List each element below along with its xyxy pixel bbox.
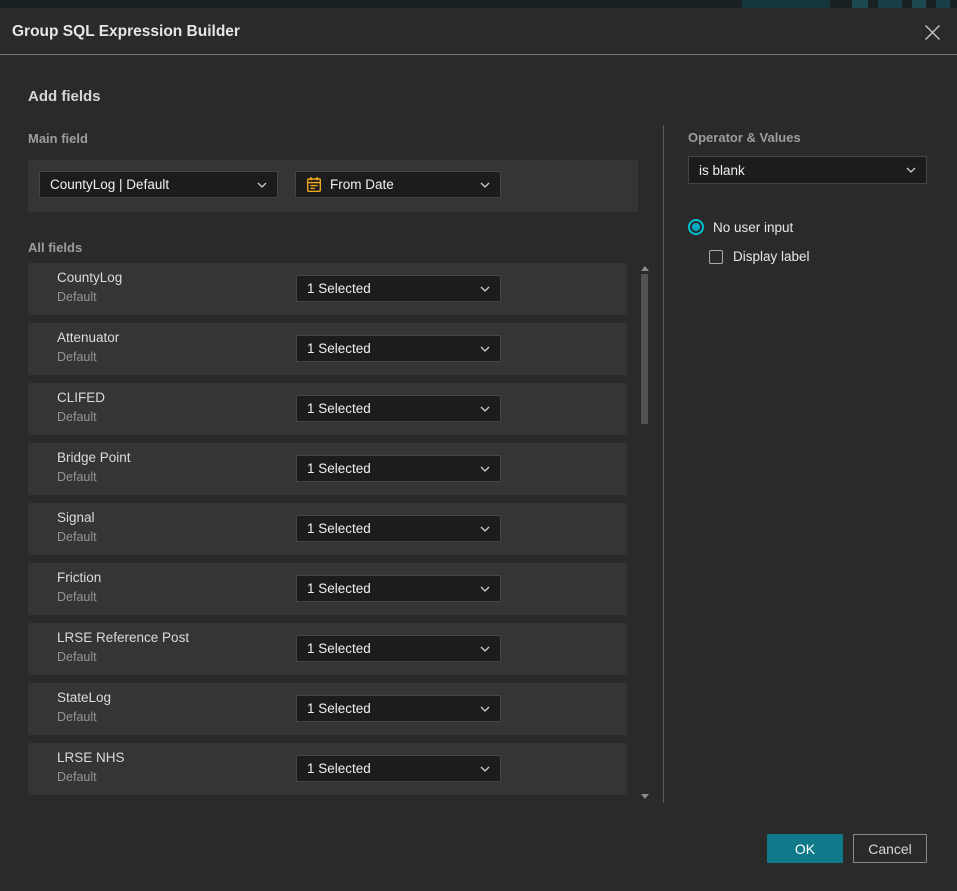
chevron-down-icon	[480, 182, 490, 188]
background-app-strip	[0, 0, 957, 8]
field-default-label: Default	[57, 410, 97, 424]
field-row: CountyLog Default 1 Selected	[28, 263, 627, 315]
field-selected-dropdown[interactable]: 1 Selected	[296, 755, 501, 782]
operator-dropdown[interactable]: is blank	[688, 156, 927, 184]
cancel-button[interactable]: Cancel	[853, 834, 927, 863]
field-name: Bridge Point	[57, 450, 131, 465]
chevron-down-icon	[480, 706, 490, 712]
main-field-panel: CountyLog | Default From Date	[28, 160, 638, 212]
chevron-down-icon	[480, 346, 490, 352]
background-toolbar-fragment	[936, 0, 950, 8]
field-selected-dropdown[interactable]: 1 Selected	[296, 575, 501, 602]
field-selected-value: 1 Selected	[307, 581, 480, 596]
field-selected-value: 1 Selected	[307, 281, 480, 296]
field-selected-dropdown[interactable]: 1 Selected	[296, 335, 501, 362]
field-name: Attenuator	[57, 330, 119, 345]
background-toolbar-fragment	[852, 0, 868, 8]
no-user-input-label: No user input	[713, 220, 793, 235]
field-selected-dropdown[interactable]: 1 Selected	[296, 515, 501, 542]
add-fields-heading: Add fields	[28, 88, 101, 105]
all-fields-list: CountyLog Default 1 Selected Attenuator …	[28, 263, 627, 803]
field-name: Friction	[57, 570, 101, 585]
chevron-down-icon	[480, 586, 490, 592]
field-row: Friction Default 1 Selected	[28, 563, 627, 615]
panel-divider	[663, 125, 664, 803]
field-name: Signal	[57, 510, 95, 525]
field-row: Signal Default 1 Selected	[28, 503, 627, 555]
display-label-text: Display label	[733, 249, 810, 264]
chevron-down-icon	[480, 466, 490, 472]
field-row: Bridge Point Default 1 Selected	[28, 443, 627, 495]
field-row: LRSE NHS Default 1 Selected	[28, 743, 627, 795]
field-selected-value: 1 Selected	[307, 341, 480, 356]
chevron-down-icon	[480, 406, 490, 412]
field-selected-dropdown[interactable]: 1 Selected	[296, 635, 501, 662]
calendar-icon	[306, 176, 322, 193]
radio-dot	[692, 223, 700, 231]
field-name: StateLog	[57, 690, 111, 705]
dialog-title: Group SQL Expression Builder	[12, 8, 240, 55]
field-name: CountyLog	[57, 270, 122, 285]
main-field-date-dropdown[interactable]: From Date	[295, 171, 501, 198]
field-default-label: Default	[57, 470, 97, 484]
radio-icon	[688, 219, 704, 235]
field-name: LRSE NHS	[57, 750, 125, 765]
chevron-down-icon	[480, 526, 490, 532]
field-selected-dropdown[interactable]: 1 Selected	[296, 455, 501, 482]
chevron-down-icon	[480, 766, 490, 772]
field-default-label: Default	[57, 710, 97, 724]
scrollbar-up-arrow-icon[interactable]	[641, 266, 649, 271]
main-field-source-value: CountyLog | Default	[50, 177, 257, 192]
background-toolbar-fragment	[878, 0, 902, 8]
dialog-header: Group SQL Expression Builder	[0, 8, 957, 55]
close-button[interactable]	[920, 20, 944, 44]
field-selected-dropdown[interactable]: 1 Selected	[296, 275, 501, 302]
scrollbar-thumb[interactable]	[641, 274, 648, 424]
field-name: CLIFED	[57, 390, 105, 405]
field-default-label: Default	[57, 770, 97, 784]
field-default-label: Default	[57, 530, 97, 544]
all-fields-label: All fields	[28, 240, 82, 255]
field-selected-value: 1 Selected	[307, 401, 480, 416]
no-user-input-radio[interactable]: No user input	[688, 219, 793, 235]
main-field-date-value: From Date	[330, 177, 480, 192]
field-selected-value: 1 Selected	[307, 461, 480, 476]
chevron-down-icon	[480, 286, 490, 292]
operator-values-label: Operator & Values	[688, 130, 801, 145]
background-live-view-fragment	[742, 0, 830, 8]
main-field-source-dropdown[interactable]: CountyLog | Default	[39, 171, 278, 198]
field-row: Attenuator Default 1 Selected	[28, 323, 627, 375]
field-selected-value: 1 Selected	[307, 701, 480, 716]
background-toolbar-fragment	[912, 0, 926, 8]
ok-button[interactable]: OK	[767, 834, 843, 863]
display-label-checkbox[interactable]: Display label	[709, 249, 810, 264]
main-field-label: Main field	[28, 131, 88, 146]
chevron-down-icon	[906, 167, 916, 173]
field-selected-value: 1 Selected	[307, 521, 480, 536]
field-row: StateLog Default 1 Selected	[28, 683, 627, 735]
field-selected-value: 1 Selected	[307, 761, 480, 776]
field-selected-dropdown[interactable]: 1 Selected	[296, 695, 501, 722]
field-selected-value: 1 Selected	[307, 641, 480, 656]
field-name: LRSE Reference Post	[57, 630, 189, 645]
close-icon	[924, 24, 941, 41]
scrollbar-down-arrow-icon[interactable]	[641, 794, 649, 799]
field-default-label: Default	[57, 590, 97, 604]
field-default-label: Default	[57, 350, 97, 364]
field-row: LRSE Reference Post Default 1 Selected	[28, 623, 627, 675]
sql-expression-builder-dialog: Group SQL Expression Builder Add fields …	[0, 8, 957, 891]
chevron-down-icon	[480, 646, 490, 652]
chevron-down-icon	[257, 182, 267, 188]
operator-value: is blank	[699, 163, 906, 178]
field-default-label: Default	[57, 290, 97, 304]
field-selected-dropdown[interactable]: 1 Selected	[296, 395, 501, 422]
field-default-label: Default	[57, 650, 97, 664]
checkbox-icon	[709, 250, 723, 264]
field-row: CLIFED Default 1 Selected	[28, 383, 627, 435]
